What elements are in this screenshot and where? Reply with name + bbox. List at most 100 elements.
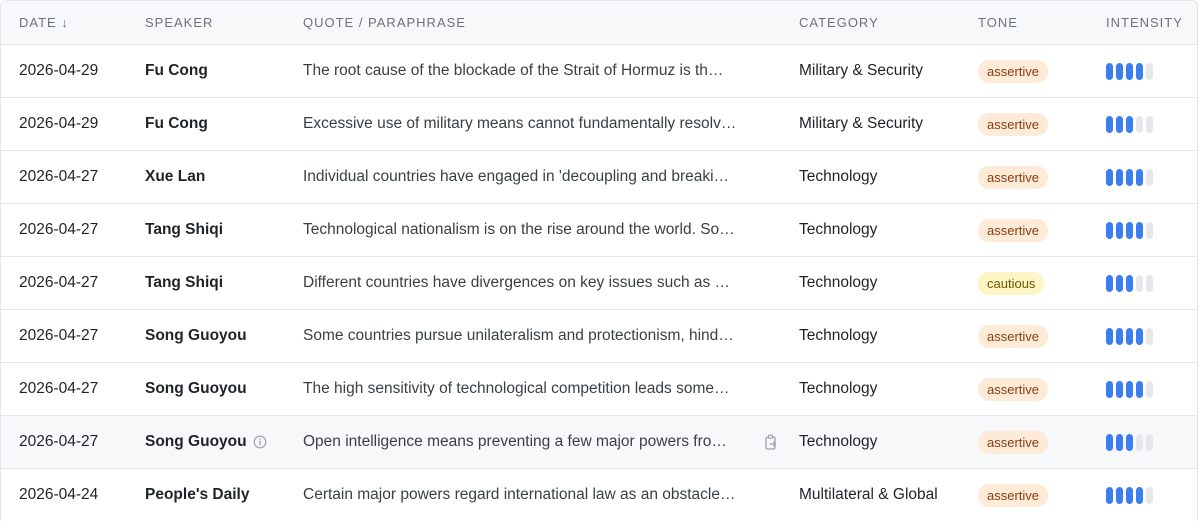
table-row[interactable]: 2026-04-27 Xue Lan Individual countries ha… [1,151,1197,204]
table-row[interactable]: 2026-04-29 Fu Cong The root cause of the b… [1,45,1197,98]
intensity-meter [1106,274,1196,292]
speaker-name[interactable]: Song Guoyou [145,327,247,345]
speaker-name[interactable]: People's Daily [145,486,249,504]
intensity-segment-filled [1116,168,1123,186]
quote-cell[interactable]: Some countries pursue unilateralism and … [303,327,743,345]
table-row[interactable]: 2026-04-27 Tang Shiqi Technological nation… [1,204,1197,257]
intensity-segment-filled [1136,221,1143,239]
quote-cell[interactable]: Technological nationalism is on the rise… [303,221,743,239]
table-header: DATE ↓ SPEAKER QUOTE / PARAPHRASE CATEGO… [1,1,1197,45]
copy-icon[interactable] [764,434,779,451]
intensity-segment-filled [1136,486,1143,504]
speaker-cell: Xue Lan [145,168,303,186]
intensity-meter [1106,433,1196,451]
quote-cell[interactable]: Excessive use of military means cannot f… [303,115,743,133]
intensity-segment-empty [1136,433,1143,451]
intensity-segment-empty [1136,274,1143,292]
table-row[interactable]: 2026-04-27 Song Guoyou Open intelligence m… [1,416,1197,469]
category-cell: Technology [799,380,878,397]
quote-cell[interactable]: The root cause of the blockade of the St… [303,62,743,80]
info-icon[interactable] [253,435,267,449]
intensity-segment-empty [1146,62,1153,80]
copy-cell [743,434,799,451]
intensity-meter [1106,62,1196,80]
date-cell: 2026-04-29 [19,115,99,132]
tone-cell: assertive [978,218,1106,242]
intensity-segment-empty [1146,274,1153,292]
speaker-name[interactable]: Tang Shiqi [145,221,223,239]
intensity-segment-filled [1106,221,1113,239]
date-cell: 2026-04-27 [19,433,99,450]
intensity-segment-filled [1116,380,1123,398]
intensity-segment-filled [1126,168,1133,186]
date-cell: 2026-04-27 [19,168,99,185]
column-header-quote[interactable]: QUOTE / PARAPHRASE [303,15,799,30]
quote-cell[interactable]: The high sensitivity of technological co… [303,380,743,398]
intensity-segment-filled [1136,168,1143,186]
intensity-segment-filled [1136,62,1143,80]
intensity-segment-filled [1126,62,1133,80]
tone-badge: assertive [978,59,1049,83]
intensity-meter [1106,221,1196,239]
intensity-segment-empty [1146,327,1153,345]
category-cell: Military & Security [799,115,924,132]
speaker-cell: Tang Shiqi [145,274,303,292]
intensity-segment-filled [1126,327,1133,345]
intensity-segment-filled [1116,221,1123,239]
column-header-intensity[interactable]: INTENSITY [1106,15,1196,30]
intensity-segment-filled [1126,380,1133,398]
speaker-name[interactable]: Fu Cong [145,62,208,80]
intensity-segment-empty [1146,115,1153,133]
table-row[interactable]: 2026-04-27 Song Guoyou Some countries purs… [1,310,1197,363]
intensity-segment-filled [1106,115,1113,133]
speaker-name[interactable]: Fu Cong [145,115,208,133]
intensity-segment-filled [1116,62,1123,80]
speaker-name[interactable]: Song Guoyou [145,380,247,398]
speaker-name[interactable]: Xue Lan [145,168,205,186]
quote-cell[interactable]: Certain major powers regard internationa… [303,486,743,504]
intensity-segment-empty [1146,380,1153,398]
category-cell: Military & Security [799,62,924,79]
quote-cell[interactable]: Open intelligence means preventing a few… [303,433,743,451]
column-header-category[interactable]: CATEGORY [799,15,978,30]
speaker-name[interactable]: Tang Shiqi [145,274,223,292]
tone-badge: assertive [978,324,1049,348]
table-row[interactable]: 2026-04-29 Fu Cong Excessive use of milita… [1,98,1197,151]
date-cell: 2026-04-29 [19,62,99,79]
quote-cell[interactable]: Individual countries have engaged in 'de… [303,168,743,186]
intensity-segment-filled [1116,115,1123,133]
tone-badge: assertive [978,483,1049,507]
table-body: 2026-04-29 Fu Cong The root cause of the b… [1,45,1197,521]
tone-cell: assertive [978,430,1106,454]
intensity-segment-filled [1106,433,1113,451]
quote-cell[interactable]: Different countries have divergences on … [303,274,743,292]
speaker-name[interactable]: Song Guoyou [145,433,247,451]
table-row[interactable]: 2026-04-24 People's Daily Certain major po… [1,469,1197,521]
speaker-cell: Song Guoyou [145,433,303,451]
tone-badge: assertive [978,112,1049,136]
speaker-cell: Tang Shiqi [145,221,303,239]
column-header-tone[interactable]: TONE [978,15,1106,30]
tone-badge: assertive [978,430,1049,454]
intensity-segment-filled [1106,62,1113,80]
intensity-meter [1106,380,1196,398]
intensity-meter [1106,115,1196,133]
tone-cell: assertive [978,59,1106,83]
tone-cell: assertive [978,165,1106,189]
tone-badge: assertive [978,377,1049,401]
table-row[interactable]: 2026-04-27 Tang Shiqi Different countries … [1,257,1197,310]
intensity-segment-filled [1116,327,1123,345]
tone-cell: assertive [978,324,1106,348]
column-header-speaker[interactable]: SPEAKER [145,15,303,30]
intensity-segment-filled [1116,274,1123,292]
intensity-segment-filled [1106,486,1113,504]
intensity-meter [1106,486,1196,504]
table-row[interactable]: 2026-04-27 Song Guoyou The high sensitivit… [1,363,1197,416]
intensity-segment-filled [1106,380,1113,398]
category-cell: Technology [799,274,878,291]
statements-table: DATE ↓ SPEAKER QUOTE / PARAPHRASE CATEGO… [0,0,1198,521]
intensity-segment-empty [1136,115,1143,133]
speaker-cell: Fu Cong [145,115,303,133]
date-cell: 2026-04-24 [19,486,99,503]
column-header-date[interactable]: DATE ↓ [1,15,145,30]
